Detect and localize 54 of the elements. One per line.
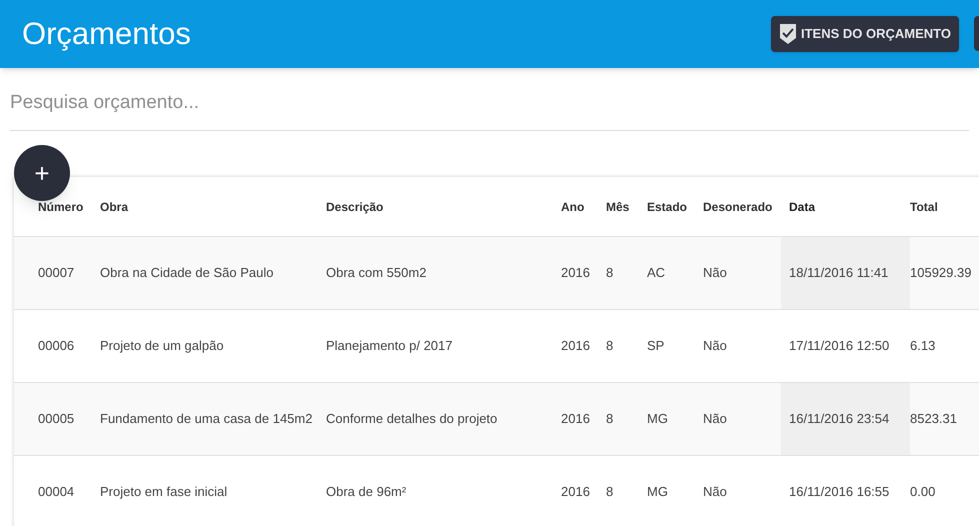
- column-header: Obra: [100, 198, 128, 216]
- table-cell-text: 2016: [561, 264, 591, 282]
- table-cell-text: Não: [703, 337, 728, 356]
- table-cell-text: MG: [647, 483, 669, 502]
- table-cell-text: 17/11/2016 12:50: [788, 337, 890, 356]
- table-cell-text: 00006: [37, 337, 76, 356]
- table-cell-text: 16/11/2016 16:55: [788, 483, 890, 502]
- table-cell-text: 2016: [561, 337, 591, 356]
- table-cell-text: Obra com 550m2: [326, 264, 428, 282]
- column-header: Descrição: [326, 198, 384, 216]
- column-header: Número: [38, 198, 84, 216]
- table-cell-text: Não: [703, 410, 728, 428]
- table-cell-text: Projeto em fase inicial: [100, 483, 228, 502]
- table-cell-text: 2016: [561, 483, 591, 502]
- table-cell-text: MG: [647, 410, 669, 428]
- table-cell: 16/11/2016 23:54: [781, 383, 910, 455]
- toolbar-button[interactable]: [974, 16, 979, 51]
- table-row[interactable]: 00005 Fundamento de uma casa de 145m2 Conforme detalhes do projeto 2016 8 MG Não 16/11/2016 23:54 8523.31: [14, 383, 979, 456]
- search-field[interactable]: Pesquisa orçamento...: [10, 86, 969, 120]
- column-header: Estado: [647, 198, 688, 216]
- table-cell-text: Não: [703, 483, 728, 502]
- column-header: Mês: [606, 198, 630, 216]
- table-cell-text: 00004: [37, 483, 76, 502]
- table-cell-text: 8523.31: [910, 410, 958, 428]
- table-cell-text: Obra na Cidade de São Paulo: [100, 264, 274, 282]
- add-button[interactable]: +: [14, 145, 70, 201]
- table-cell-text: AC: [647, 264, 666, 282]
- table-cell-text: Fundamento de uma casa de 145m2: [100, 410, 314, 428]
- table-cell-text: 00007: [37, 264, 76, 282]
- shield-check-icon: [779, 23, 797, 45]
- table-cell-text: SP: [647, 337, 666, 356]
- table-cell: 18/11/2016 11:41: [781, 237, 910, 309]
- table-cell-text: 0.00: [910, 483, 936, 502]
- table-cell-text: Obra de 96m²: [326, 483, 408, 502]
- page-title: Orçamentos: [22, 14, 192, 53]
- table-cell-text: Conforme detalhes do projeto: [326, 410, 498, 428]
- column-header: Data: [789, 198, 816, 216]
- table-row[interactable]: 00006 Projeto de um galpão Planejamento p/ 2017 2016 8 SP Não 17/11/2016 12:50 6.13: [14, 310, 979, 383]
- table-cell-text: 8: [606, 483, 614, 502]
- table-cell-text: Não: [703, 264, 728, 282]
- table-cell-text: 8: [606, 264, 614, 282]
- table-cell-text: 8: [606, 337, 614, 356]
- column-header: Desonerado: [703, 198, 772, 216]
- column-header: Ano: [561, 198, 584, 216]
- column-header: Total: [910, 198, 938, 216]
- table-cell-text: Planejamento p/ 2017: [326, 337, 454, 356]
- toolbar-button[interactable]: ITENS DO ORÇAMENTO: [771, 16, 959, 52]
- table-row[interactable]: 00007 Obra na Cidade de São Paulo Obra com 550m2 2016 8 AC Não 18/11/2016 11:41 105929.39: [14, 237, 979, 310]
- table-cell-text: 00005: [37, 410, 76, 428]
- table-cell-text: 2016: [561, 410, 591, 428]
- table-cell-text: 105929.39: [910, 264, 972, 282]
- table-cell-text: 6.13: [910, 337, 936, 356]
- table-cell-text: 8: [606, 410, 614, 428]
- table-cell-text: Projeto de um galpão: [100, 337, 225, 356]
